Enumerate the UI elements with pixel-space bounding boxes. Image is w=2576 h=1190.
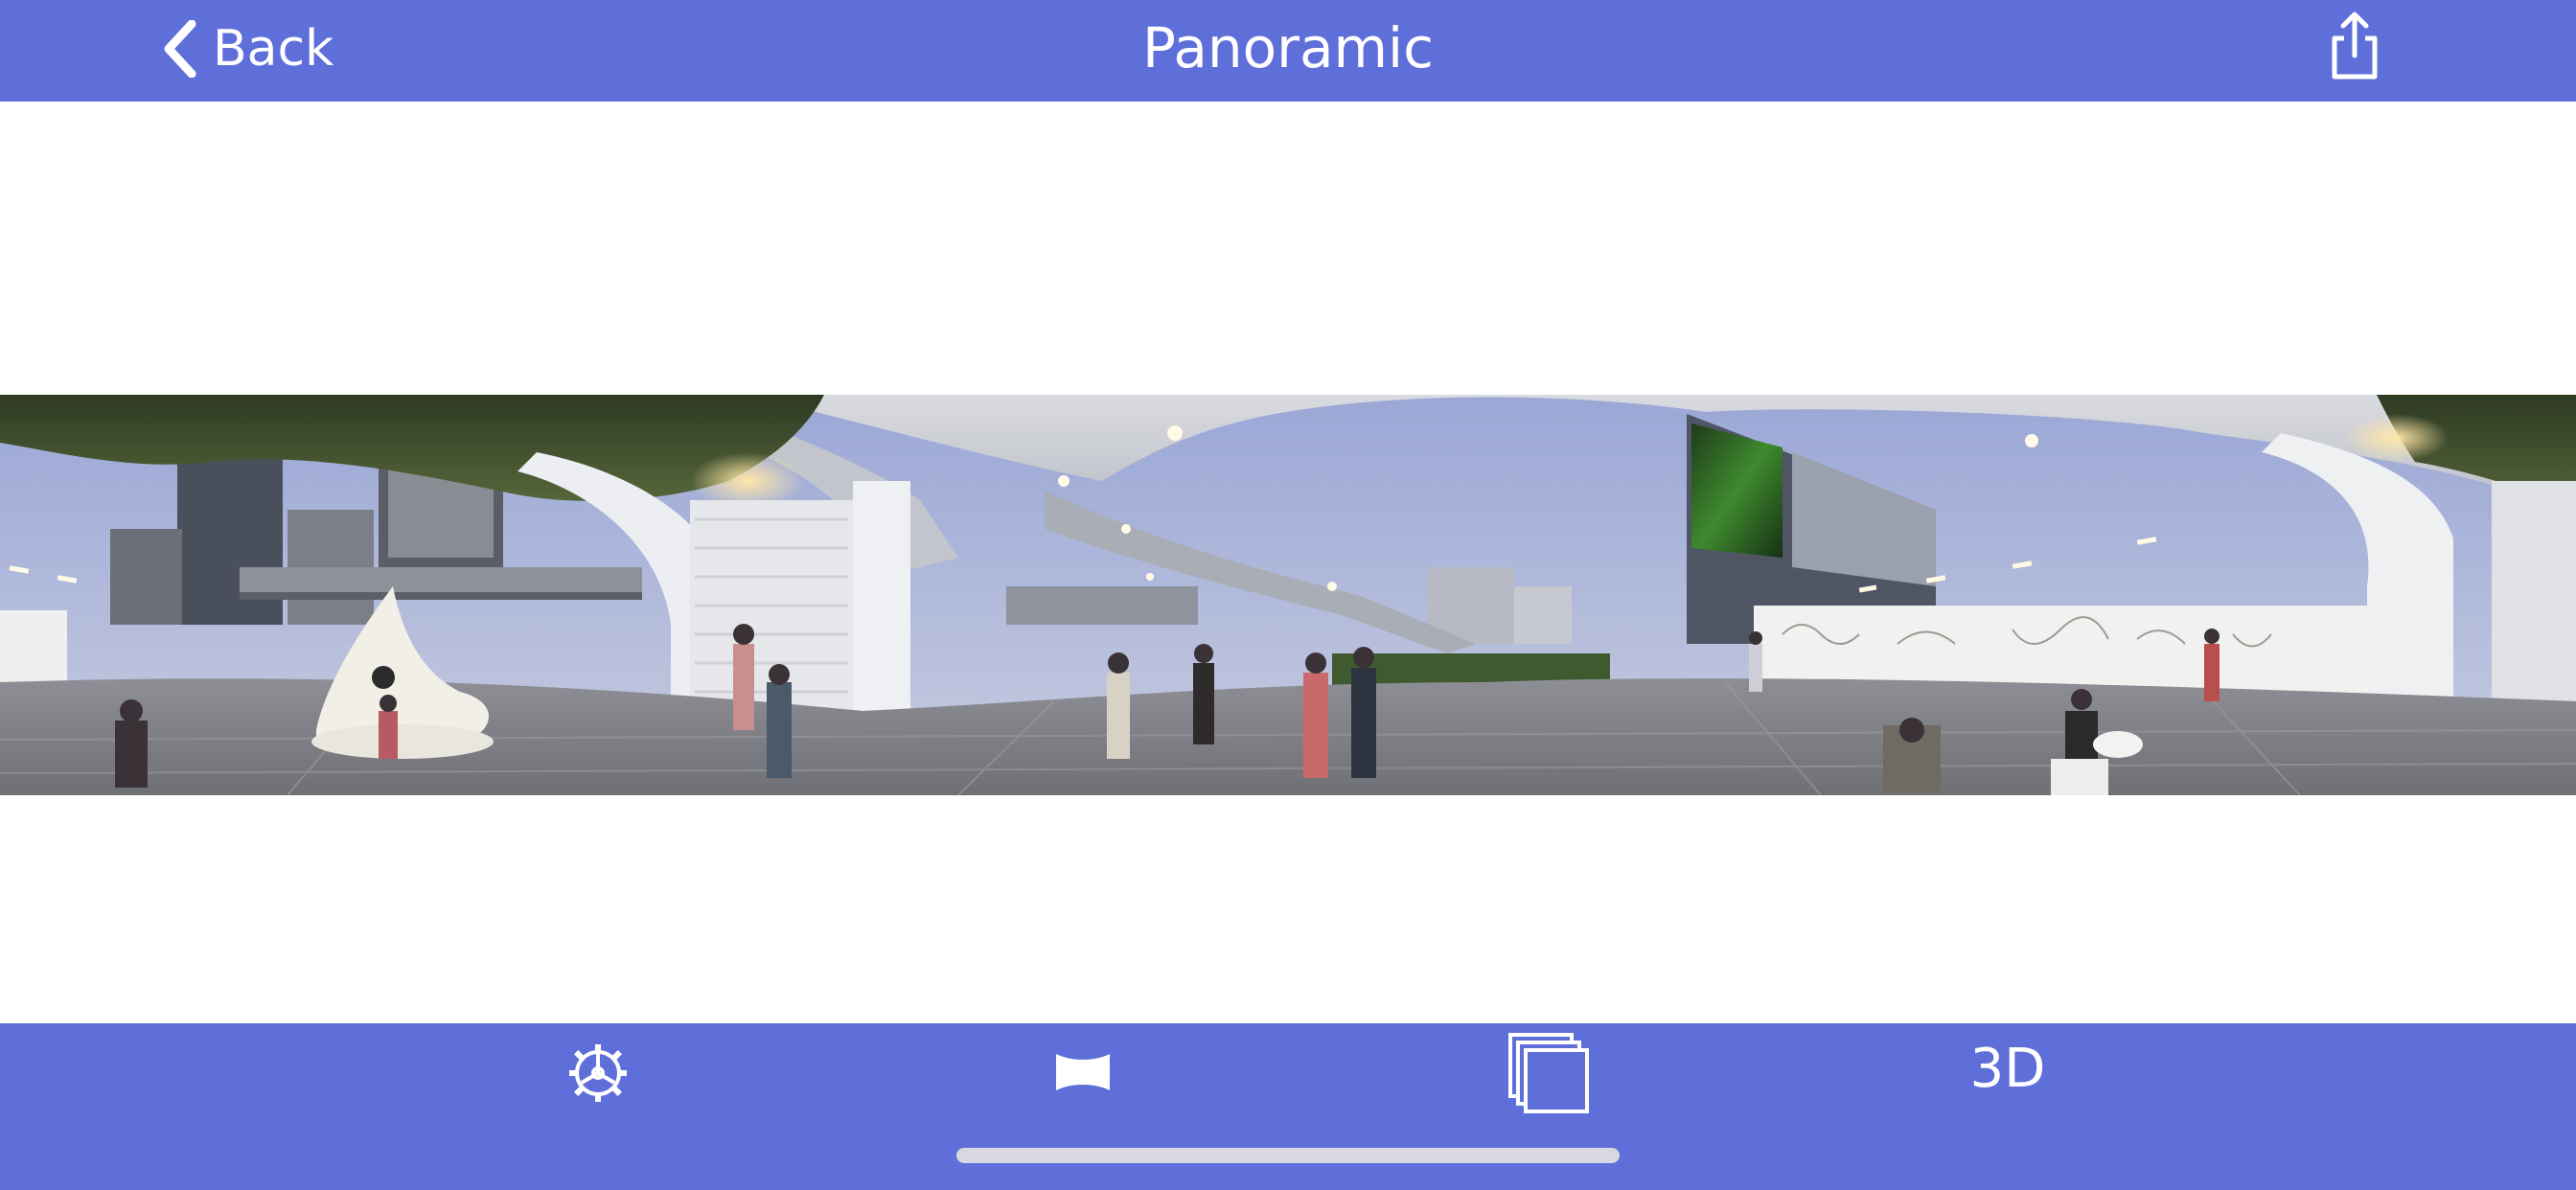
back-button[interactable]: Back <box>161 15 334 82</box>
settings-button[interactable] <box>567 1042 629 1104</box>
top-navigation-bar: Back Panoramic <box>0 0 2576 102</box>
layers-button[interactable] <box>1506 1031 1591 1115</box>
back-label: Back <box>213 20 334 78</box>
share-button[interactable] <box>2327 11 2382 80</box>
view-3d-label: 3D <box>1969 1037 2046 1100</box>
layers-icon <box>1506 1033 1591 1119</box>
panorama-image[interactable] <box>0 395 2576 795</box>
projection-button[interactable] <box>1052 1048 1114 1096</box>
gear-icon <box>567 1044 629 1108</box>
panorama-viewer-screen: Back Panoramic 3D <box>0 0 2576 1190</box>
bottom-toolbar: 3D <box>0 1023 2576 1190</box>
share-icon <box>2327 11 2382 84</box>
home-indicator[interactable] <box>956 1148 1620 1163</box>
projection-icon <box>1052 1054 1114 1100</box>
page-title: Panoramic <box>1141 15 1435 80</box>
chevron-left-icon <box>161 20 199 78</box>
view-3d-button[interactable]: 3D <box>1965 1035 2051 1102</box>
